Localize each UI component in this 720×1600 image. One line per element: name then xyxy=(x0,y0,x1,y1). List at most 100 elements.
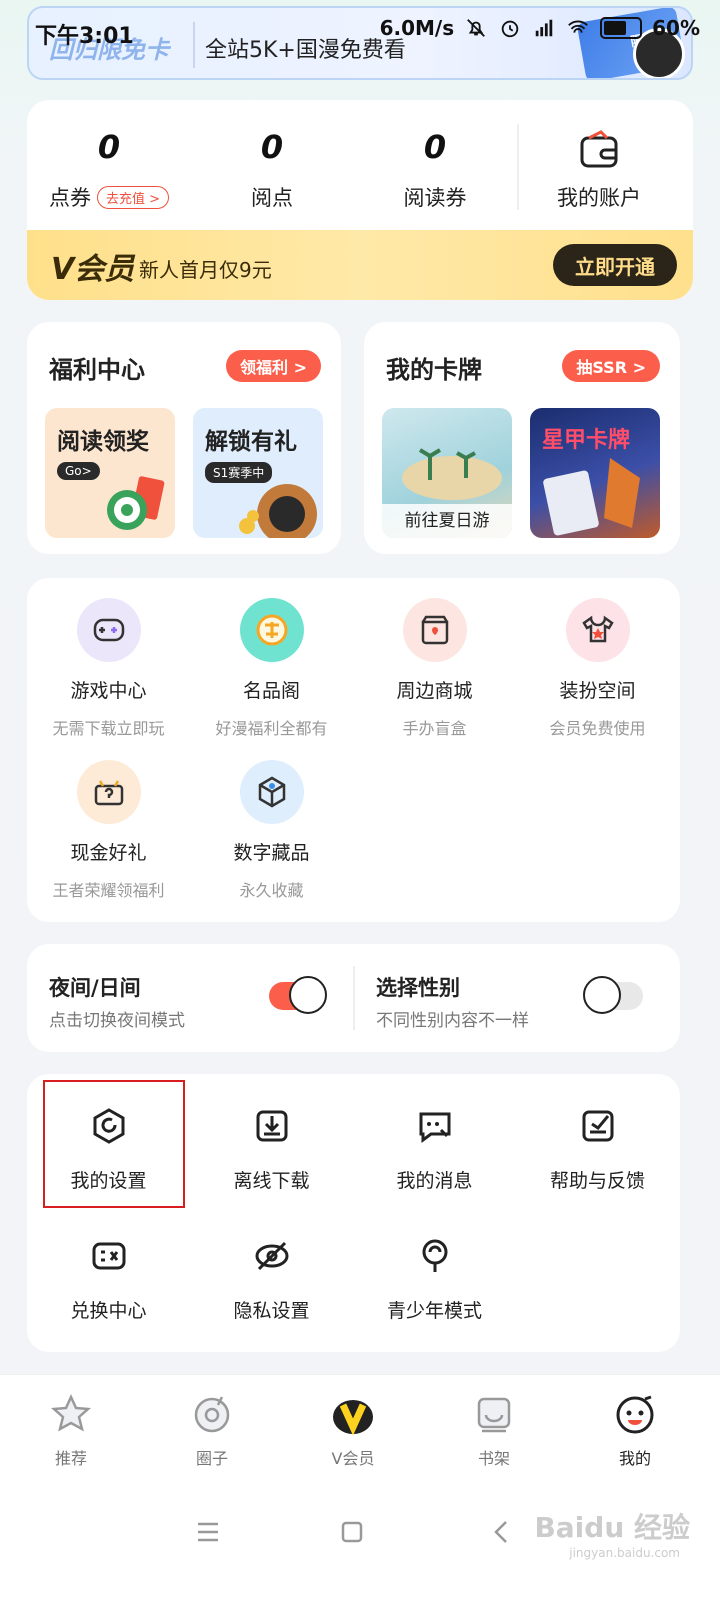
nav-tab-star[interactable]: 推荐 xyxy=(21,1391,121,1469)
reading-reward-tile[interactable]: 阅读领奖 Go> xyxy=(45,408,175,538)
night-mode-subtitle: 点击切换夜间模式 xyxy=(49,1011,185,1031)
star-armor-card-tile[interactable]: 星甲卡牌 xyxy=(530,408,660,538)
service-item[interactable]: 游戏中心 无需下载立即玩 xyxy=(27,598,190,739)
tool-item-privacy[interactable]: 隐私设置 xyxy=(190,1234,353,1323)
back-icon[interactable] xyxy=(482,1512,522,1552)
signal-icon xyxy=(535,19,553,37)
service-item[interactable]: 现金好礼 王者荣耀领福利 xyxy=(27,760,190,901)
coupon-stat[interactable]: 0 点券 去充值 > xyxy=(29,128,189,212)
unlock-gift-tile[interactable]: 解锁有礼 S1赛季中 xyxy=(193,408,323,538)
mute-bell-icon xyxy=(467,19,486,37)
tool-item-message[interactable]: 我的消息 xyxy=(353,1104,516,1193)
circle-icon xyxy=(194,1396,230,1433)
target-icon xyxy=(107,476,165,530)
gender-subtitle: 不同性别内容不一样 xyxy=(376,1011,529,1031)
download-icon xyxy=(256,1110,287,1142)
service-icon-badge xyxy=(565,598,630,662)
tool-label: 我的消息 xyxy=(396,1170,473,1192)
smiley-face-icon xyxy=(289,976,327,1014)
nav-label: 圈子 xyxy=(195,1449,228,1468)
famous-badge-icon xyxy=(256,614,287,646)
nav-tab-bookshelf[interactable]: 书架 xyxy=(444,1391,544,1469)
vip-open-button[interactable]: 立即开通 xyxy=(553,244,677,286)
tool-item-feedback[interactable]: 帮助与反馈 xyxy=(516,1104,679,1193)
night-mode-toggle[interactable] xyxy=(269,976,327,1014)
service-subtitle: 永久收藏 xyxy=(239,881,304,900)
my-account-label: 我的账户 xyxy=(557,186,641,210)
service-item[interactable]: 装扮空间 会员免费使用 xyxy=(516,598,679,739)
summer-trip-tile[interactable]: 前往夏日游 xyxy=(382,408,512,538)
boy-face-icon xyxy=(583,976,621,1014)
home-icon[interactable] xyxy=(332,1512,372,1552)
nav-tab-vip[interactable]: V会员 xyxy=(303,1391,403,1469)
tool-item-redeem[interactable]: 兑换中心 xyxy=(27,1234,190,1323)
service-icon-badge xyxy=(239,760,304,824)
vip-promo-text: 新人首月仅9元 xyxy=(139,258,272,282)
service-name: 周边商城 xyxy=(396,680,473,702)
service-name: 名品阁 xyxy=(242,680,300,702)
service-icon-badge xyxy=(239,598,304,662)
topup-button[interactable]: 去充值 > xyxy=(96,185,170,209)
battery-percent: 60% xyxy=(652,16,700,40)
mode-card: 夜间/日间 点击切换夜间模式 选择性别 不同性别内容不一样 xyxy=(27,944,680,1052)
wifi-icon xyxy=(568,20,588,33)
reading-voucher-stat[interactable]: 0 阅读券 xyxy=(355,128,515,212)
tool-item-teen-mode[interactable]: 青少年模式 xyxy=(353,1234,516,1323)
service-subtitle: 好漫福利全都有 xyxy=(215,719,328,738)
vip-promo-bar[interactable]: V会员 新人首月仅9元 立即开通 xyxy=(27,230,693,300)
nav-tab-circle[interactable]: 圈子 xyxy=(162,1391,262,1469)
tool-item-download[interactable]: 离线下载 xyxy=(190,1104,353,1193)
draw-ssr-button[interactable]: 抽SSR > xyxy=(562,350,660,382)
nav-label: V会员 xyxy=(331,1449,375,1468)
my-account-button[interactable]: 我的账户 xyxy=(519,128,679,212)
service-item[interactable]: 名品阁好漫福利全都有 xyxy=(190,598,353,739)
tool-label: 隐私设置 xyxy=(233,1300,310,1322)
nav-label: 书架 xyxy=(477,1449,510,1468)
star-icon xyxy=(50,1393,92,1432)
gamepad-icon xyxy=(93,618,124,642)
service-name: 装扮空间 xyxy=(559,680,636,702)
ship-wheel-icon xyxy=(239,484,317,538)
summer-trip-caption: 前往夏日游 xyxy=(382,504,512,538)
tool-label: 兑换中心 xyxy=(70,1300,147,1322)
service-item[interactable]: 周边商城 手办盲盒 xyxy=(353,598,516,739)
gender-toggle[interactable] xyxy=(583,976,643,1014)
services-grid: 游戏中心 无需下载立即玩 名品阁 好漫福利全都有 周边商城 手办盲盒 装扮空间 会员免费使用现… xyxy=(27,578,680,922)
watermark-url: jingyan.baidu.com xyxy=(569,1546,680,1560)
service-icon-badge xyxy=(76,760,141,824)
alarm-icon xyxy=(501,20,519,38)
coupon-label: 点券 xyxy=(48,186,91,210)
service-subtitle: 王者荣耀领福利 xyxy=(52,881,165,900)
my-cards-title: 我的卡牌 xyxy=(386,356,482,384)
menu-icon[interactable] xyxy=(188,1512,228,1552)
profile-icon xyxy=(616,1395,654,1434)
nav-label: 推荐 xyxy=(54,1449,87,1468)
claim-welfare-button[interactable]: 领福利 > xyxy=(226,350,321,382)
vip-icon xyxy=(333,1400,373,1436)
tool-label: 帮助与反馈 xyxy=(549,1170,645,1192)
my-cards-card: 我的卡牌 抽SSR > 前往夏日游 星甲卡牌 xyxy=(364,322,680,554)
service-icon-badge xyxy=(402,598,467,662)
bottom-nav: 推荐 圈子 V会员 书架 我的 xyxy=(0,1374,720,1484)
readpoint-label: 阅点 xyxy=(251,186,293,210)
mecha-card-illustration xyxy=(543,458,640,536)
vip-logo: V会员 xyxy=(51,252,135,287)
gender-title: 选择性别 xyxy=(376,976,460,1000)
reading-voucher-value: 0 xyxy=(423,128,447,166)
service-item[interactable]: 数字藏品 永久收藏 xyxy=(190,760,353,901)
night-mode-title: 夜间/日间 xyxy=(49,976,141,1000)
cube-icon xyxy=(258,776,285,808)
coupon-value: 0 xyxy=(97,128,121,166)
tool-label: 青少年模式 xyxy=(386,1300,482,1322)
welfare-center-card: 福利中心 领福利 > 阅读领奖 Go> 解锁有礼 S1赛季中 xyxy=(27,322,341,554)
readpoint-stat[interactable]: 0 阅点 xyxy=(192,128,352,212)
service-subtitle: 手办盲盒 xyxy=(402,719,467,738)
account-card: 0 点券 去充值 > 0 阅点 0 阅读券 我的账户 V会员 新人首月仅9元 立… xyxy=(27,100,693,300)
battery-icon xyxy=(600,17,643,39)
nav-tab-profile[interactable]: 我的 xyxy=(585,1391,685,1469)
status-icons: 6.0M/s 60% xyxy=(380,16,700,40)
reading-voucher-label: 阅读券 xyxy=(403,186,467,210)
wallet-icon xyxy=(580,130,618,168)
shop-icon xyxy=(421,615,448,645)
status-bar: 下午3:01 6.0M/s 60% xyxy=(0,0,720,56)
